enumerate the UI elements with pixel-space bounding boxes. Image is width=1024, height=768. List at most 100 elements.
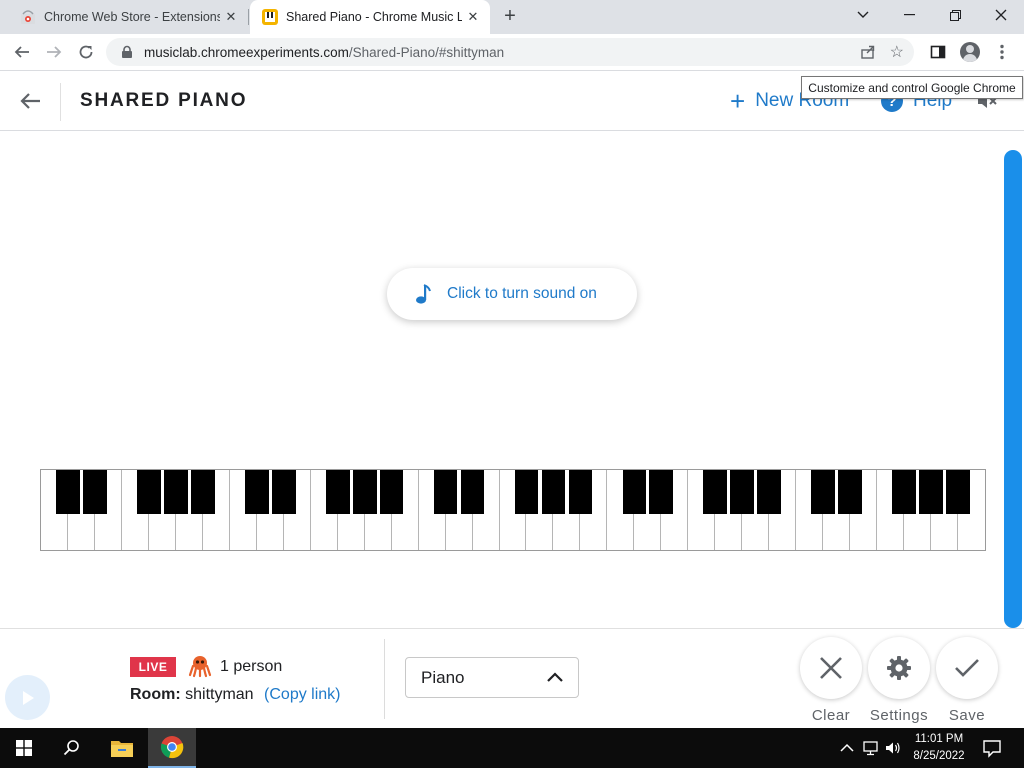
windows-taskbar: 11:01 PM 8/25/2022 bbox=[0, 728, 1024, 768]
bottom-divider bbox=[384, 639, 385, 719]
header-divider bbox=[60, 83, 61, 121]
page-title: SHARED PIANO bbox=[80, 90, 248, 111]
piano-black-key[interactable] bbox=[379, 470, 404, 514]
music-note-icon bbox=[416, 284, 431, 304]
address-bar[interactable]: musiclab.chromeexperiments.com/Shared-Pi… bbox=[106, 38, 914, 66]
gear-icon bbox=[887, 656, 911, 680]
minimize-icon[interactable] bbox=[886, 0, 932, 30]
piano-black-key[interactable] bbox=[271, 470, 296, 514]
piano-black-key[interactable] bbox=[649, 470, 674, 514]
piano-black-key[interactable] bbox=[811, 470, 836, 514]
reload-icon[interactable] bbox=[72, 38, 100, 66]
piano-black-key[interactable] bbox=[325, 470, 350, 514]
piano-black-key[interactable] bbox=[838, 470, 862, 514]
clock-time: 11:01 PM bbox=[914, 733, 964, 745]
forward-icon[interactable] bbox=[40, 38, 68, 66]
tab-chrome-web-store[interactable]: Chrome Web Store - Extensions ✕ bbox=[8, 0, 248, 34]
piano-black-key[interactable] bbox=[622, 470, 647, 514]
profile-avatar-icon[interactable] bbox=[956, 38, 984, 66]
tab-close-icon[interactable]: ✕ bbox=[220, 6, 242, 28]
file-explorer-icon[interactable] bbox=[98, 728, 146, 768]
piano-black-key[interactable] bbox=[163, 470, 188, 514]
bookmark-star-icon[interactable]: ☆ bbox=[890, 42, 904, 62]
chrome-music-lab-icon bbox=[262, 9, 278, 25]
tab-title: Chrome Web Store - Extensions bbox=[44, 10, 220, 24]
piano-black-key[interactable] bbox=[919, 470, 943, 514]
volume-icon[interactable] bbox=[884, 740, 902, 756]
clear-circle[interactable] bbox=[800, 637, 862, 699]
piano-black-key[interactable] bbox=[190, 470, 215, 514]
instrument-value: Piano bbox=[421, 667, 465, 687]
back-arrow-icon[interactable] bbox=[14, 86, 46, 116]
chrome-menu-tooltip: Customize and control Google Chrome bbox=[801, 76, 1023, 99]
piano-black-key[interactable] bbox=[568, 470, 593, 514]
piano-black-key[interactable] bbox=[244, 470, 269, 514]
clear-label: Clear bbox=[811, 707, 851, 724]
live-badge: LIVE bbox=[130, 657, 176, 677]
window-close-icon[interactable] bbox=[978, 0, 1024, 30]
tab-close-icon[interactable]: ✕ bbox=[462, 6, 484, 28]
search-icon[interactable] bbox=[48, 728, 96, 768]
lock-icon bbox=[122, 45, 132, 58]
new-tab-button[interactable]: + bbox=[498, 4, 522, 28]
clock-date: 8/25/2022 bbox=[913, 750, 965, 762]
taskbar-clock[interactable]: 11:01 PM 8/25/2022 bbox=[903, 731, 975, 765]
notification-icon[interactable] bbox=[982, 738, 1002, 758]
room-name: shittyman bbox=[185, 686, 254, 703]
instrument-select[interactable]: Piano bbox=[405, 657, 579, 698]
chrome-web-store-icon bbox=[20, 9, 36, 25]
tab-shared-piano[interactable]: Shared Piano - Chrome Music La ✕ bbox=[250, 0, 490, 34]
piano-black-key[interactable] bbox=[703, 470, 728, 514]
network-icon[interactable] bbox=[862, 740, 880, 756]
piano-black-key[interactable] bbox=[514, 470, 539, 514]
piano-black-key[interactable] bbox=[352, 470, 377, 514]
save-label: Save bbox=[948, 707, 986, 724]
chevron-up-icon[interactable] bbox=[838, 740, 856, 756]
play-icon bbox=[22, 690, 34, 705]
windows-start-icon[interactable] bbox=[0, 728, 48, 768]
piano-black-key[interactable] bbox=[433, 470, 458, 514]
settings-label: Settings bbox=[869, 707, 929, 724]
piano-black-key[interactable] bbox=[137, 470, 161, 514]
url-host: musiclab.chromeexperiments.com bbox=[144, 44, 349, 60]
piano-black-key[interactable] bbox=[946, 470, 970, 514]
piano-black-key[interactable] bbox=[730, 470, 755, 514]
copy-link-button[interactable]: (Copy link) bbox=[264, 686, 340, 703]
settings-button[interactable]: Settings bbox=[867, 637, 931, 724]
tab-separator bbox=[248, 9, 249, 25]
close-icon bbox=[820, 657, 842, 679]
piano-black-key[interactable] bbox=[460, 470, 485, 514]
room-label: Room: bbox=[130, 686, 181, 703]
chrome-taskbar-icon[interactable] bbox=[148, 728, 196, 768]
tab-search-chevron-icon[interactable] bbox=[840, 0, 886, 30]
tab-title: Shared Piano - Chrome Music La bbox=[286, 10, 462, 24]
turn-sound-on-button[interactable]: Click to turn sound on bbox=[387, 268, 637, 320]
piano-black-key[interactable] bbox=[56, 470, 80, 514]
chevron-up-icon bbox=[547, 672, 563, 682]
browser-toolbar: musiclab.chromeexperiments.com/Shared-Pi… bbox=[0, 34, 1024, 71]
browser-tab-strip: Chrome Web Store - Extensions ✕ Shared P… bbox=[0, 0, 1024, 34]
piano-black-key[interactable] bbox=[892, 470, 916, 514]
back-icon[interactable] bbox=[8, 38, 36, 66]
play-button[interactable] bbox=[5, 675, 50, 720]
side-panel-icon[interactable] bbox=[924, 38, 952, 66]
piano-black-key[interactable] bbox=[757, 470, 782, 514]
bottom-control-bar: LIVE 1 person Room: shittyman (Copy link… bbox=[0, 628, 1024, 728]
piano-black-key[interactable] bbox=[83, 470, 107, 514]
check-icon bbox=[955, 659, 979, 677]
restore-icon[interactable] bbox=[932, 0, 978, 30]
plus-icon: + bbox=[730, 86, 746, 116]
piano-keyboard[interactable] bbox=[40, 469, 986, 551]
url-path: /Shared-Piano/#shittyman bbox=[348, 44, 505, 60]
save-circle[interactable] bbox=[936, 637, 998, 699]
piano-black-key[interactable] bbox=[541, 470, 566, 514]
clear-button[interactable]: Clear bbox=[799, 637, 863, 724]
vertical-scrollbar[interactable] bbox=[1004, 150, 1022, 628]
octopus-avatar-icon bbox=[188, 656, 212, 678]
share-icon[interactable] bbox=[860, 44, 876, 60]
chrome-menu-icon[interactable] bbox=[988, 38, 1016, 66]
settings-circle[interactable] bbox=[868, 637, 930, 699]
save-button[interactable]: Save bbox=[935, 637, 999, 724]
sound-prompt-label: Click to turn sound on bbox=[447, 285, 597, 302]
people-count: 1 person bbox=[220, 658, 283, 675]
